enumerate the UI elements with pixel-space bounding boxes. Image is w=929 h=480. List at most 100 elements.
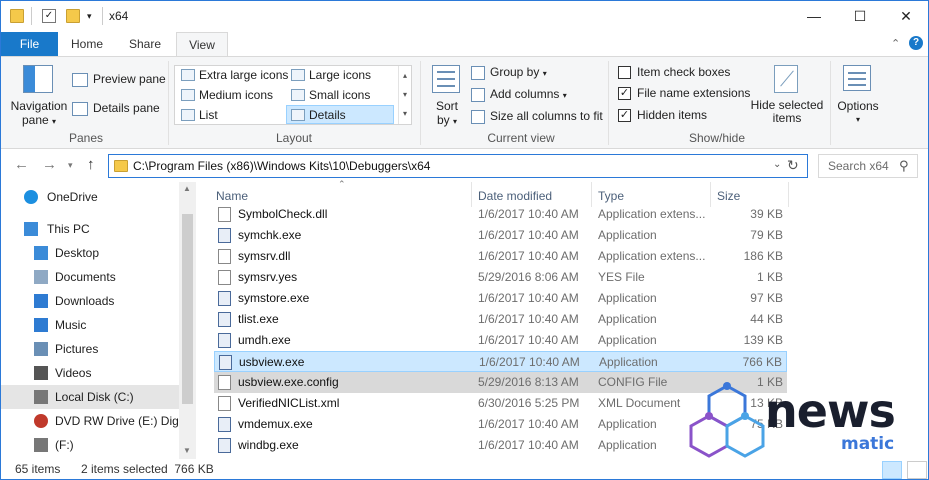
layout-small-icons[interactable]: Small icons (287, 86, 395, 105)
file-row[interactable]: SymbolCheck.dll 1/6/2017 10:40 AM Applicat… (214, 204, 787, 225)
nav-item-documents[interactable]: Documents (1, 265, 179, 289)
file-size: 39 KB (750, 207, 783, 221)
file-row[interactable]: tlist.exe 1/6/2017 10:40 AM Application 44 … (214, 309, 787, 330)
address-dropdown-icon[interactable]: ⌄ (773, 159, 781, 170)
navigation-pane-button[interactable]: Navigation pane ▾ (10, 99, 68, 129)
file-row[interactable]: symsrv.dll 1/6/2017 10:40 AM Application e… (214, 246, 787, 267)
add-columns-label: Add columns (490, 87, 560, 101)
group-divider (168, 61, 169, 145)
recent-locations-icon[interactable]: ▾ (68, 160, 73, 171)
properties-icon[interactable]: ✓ (42, 9, 56, 23)
tab-home[interactable]: Home (61, 32, 113, 56)
nav-item--f[interactable]: (F:) (1, 433, 179, 457)
scroll-down-icon[interactable]: ▼ (183, 446, 191, 455)
file-date: 1/6/2017 10:40 AM (478, 312, 579, 326)
watermark-matic: matic (841, 434, 895, 454)
options-button[interactable]: Options ▾ (833, 99, 883, 127)
layout-list[interactable]: List (177, 106, 285, 125)
nav-item-music[interactable]: Music (1, 313, 179, 337)
tab-view[interactable]: View (176, 32, 228, 57)
nav-item-label: Desktop (55, 246, 100, 260)
layout-group-label: Layout (275, 131, 313, 145)
sort-label-2: by (436, 113, 450, 127)
up-arrow-icon[interactable]: ↑ (87, 156, 95, 173)
navigation-pane-icon (23, 65, 53, 93)
file-date: 1/6/2017 10:40 AM (478, 417, 579, 431)
file-name: tlist.exe (238, 312, 279, 326)
large-icons-view-icon[interactable] (907, 461, 927, 479)
item-check-boxes-checkbox[interactable] (618, 66, 631, 79)
nav-item-dvd-rw-drive-e-digita[interactable]: DVD RW Drive (E:) Digita (1, 409, 191, 433)
details-view-icon[interactable] (882, 461, 902, 479)
downloads-icon (34, 294, 48, 308)
nav-item-pictures[interactable]: Pictures (1, 337, 179, 361)
nav-item-videos[interactable]: Videos (1, 361, 179, 385)
navigation-bar: ← → ▾ ↑ C:\Program Files (x86)\Windows K… (1, 149, 928, 182)
nav-scrollbar[interactable]: ▲ ▼ (179, 182, 196, 459)
nav-item-downloads[interactable]: Downloads (1, 289, 179, 313)
size-all-columns-button[interactable]: Size all columns to fit (471, 109, 603, 124)
details-pane-button[interactable]: Details pane (72, 101, 160, 116)
quick-access-dropdown-icon[interactable]: ▾ (87, 9, 101, 23)
file-type: Application (598, 438, 657, 452)
sort-by-button[interactable]: Sort by ▾ (431, 99, 463, 129)
window-title: x64 (109, 9, 129, 23)
minimize-button[interactable]: — (791, 1, 837, 31)
details-pane-icon (72, 101, 88, 116)
tab-file[interactable]: File (1, 32, 58, 56)
layout-medium-icons[interactable]: Medium icons (177, 86, 285, 105)
refresh-icon[interactable]: ↻ (787, 157, 799, 174)
hide-selected-icon (774, 65, 798, 93)
address-path[interactable]: C:\Program Files (x86)\Windows Kits\10\D… (133, 159, 430, 173)
preview-pane-button[interactable]: Preview pane (72, 72, 166, 87)
options-icon (843, 65, 871, 91)
selection-info: 2 items selected 766 KB (81, 462, 214, 476)
chevron-down-icon: ▾ (855, 115, 860, 124)
file-name-extensions-checkbox[interactable]: ✓ (618, 87, 631, 100)
documents-icon (34, 270, 48, 284)
add-columns-button[interactable]: Add columns ▾ (471, 87, 567, 102)
nav-item-desktop[interactable]: Desktop (1, 241, 179, 265)
forward-arrow-icon[interactable]: → (42, 156, 57, 173)
file-row[interactable]: symchk.exe 1/6/2017 10:40 AM Application 79… (214, 225, 787, 246)
layout-scroll[interactable]: ▴ ▾ ▾ (398, 66, 411, 124)
nav-item-onedrive[interactable]: OneDrive (1, 185, 179, 209)
address-bar[interactable]: C:\Program Files (x86)\Windows Kits\10\D… (108, 154, 808, 178)
folder-icon (114, 160, 128, 172)
file-row[interactable]: symsrv.yes 5/29/2016 8:06 AM YES File 1 KB (214, 267, 787, 288)
layout-extra-large-icons[interactable]: Extra large icons (177, 66, 288, 85)
maximize-button[interactable]: ☐ (837, 1, 883, 31)
collapse-ribbon-icon[interactable]: ⌃ (891, 37, 900, 50)
file-date: 1/6/2017 10:40 AM (478, 438, 579, 452)
hide-selected-items-button[interactable]: Hide selected items (749, 99, 825, 125)
scroll-up-icon[interactable]: ▲ (183, 184, 191, 193)
computer-icon (24, 222, 38, 236)
search-box[interactable]: Search x64 ⚲ (818, 154, 918, 178)
help-icon[interactable]: ? (909, 36, 923, 50)
file-name: symsrv.dll (238, 249, 291, 263)
file-size: 1 KB (756, 270, 783, 284)
hidden-items-checkbox[interactable]: ✓ (618, 109, 631, 122)
navigation-pane: OneDrive This PC Desktop Documents Downloads… (1, 182, 196, 459)
show-hide-group-label: Show/hide (688, 131, 746, 145)
group-by-button[interactable]: Group by ▾ (471, 65, 547, 80)
desktop-icon (34, 246, 48, 260)
size-columns-icon (471, 109, 485, 124)
nav-item-this-pc[interactable]: This PC (1, 217, 179, 241)
layout-large-icons[interactable]: Large icons (287, 66, 395, 85)
file-row[interactable]: symstore.exe 1/6/2017 10:40 AM Application… (214, 288, 787, 309)
file-date: 1/6/2017 10:40 AM (479, 355, 580, 369)
new-folder-icon[interactable] (66, 9, 80, 23)
file-row[interactable]: usbview.exe 1/6/2017 10:40 AM Application 7… (214, 351, 787, 372)
layout-details[interactable]: Details (286, 105, 394, 124)
nav-item-local-disk-c[interactable]: Local Disk (C:) (1, 385, 179, 409)
file-row[interactable]: umdh.exe 1/6/2017 10:40 AM Application 139 … (214, 330, 787, 351)
file-name: usbview.exe (239, 355, 305, 369)
file-name-extensions-label: File name extensions (637, 86, 751, 100)
file-icon (218, 396, 231, 411)
nav-scroll-thumb[interactable] (182, 214, 193, 404)
close-button[interactable]: ✕ (883, 1, 928, 31)
tab-share[interactable]: Share (119, 32, 171, 56)
back-arrow-icon[interactable]: ← (14, 156, 29, 173)
file-icon (219, 355, 232, 370)
